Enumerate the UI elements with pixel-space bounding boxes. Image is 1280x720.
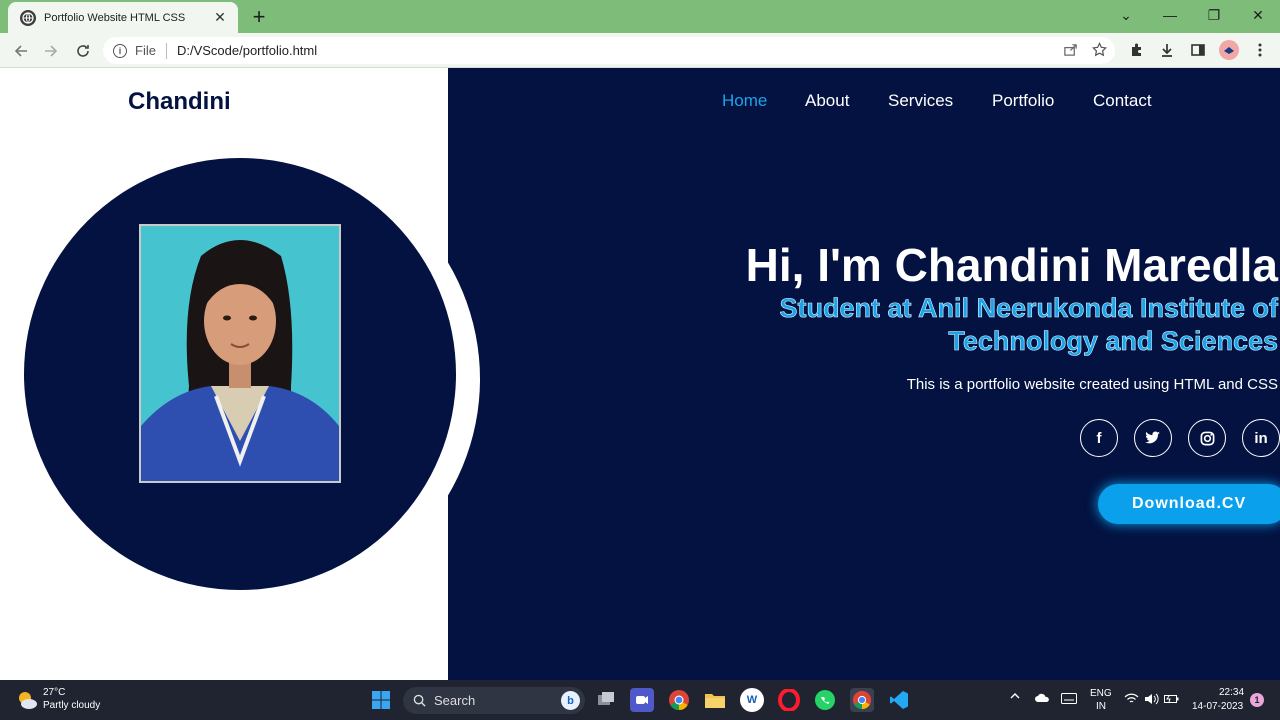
whatsapp-icon[interactable] — [813, 688, 837, 712]
address-separator — [165, 42, 167, 59]
volume-icon[interactable] — [1144, 693, 1159, 708]
chrome-icon[interactable] — [667, 688, 691, 712]
hero-title: Hi, I'm Chandini Maredla — [745, 239, 1278, 291]
search-icon — [413, 694, 426, 707]
task-view-icon[interactable] — [594, 688, 618, 712]
language-indicator[interactable]: ENG — [1090, 688, 1112, 699]
battery-icon[interactable] — [1164, 693, 1179, 708]
twitter-icon[interactable] — [1134, 419, 1172, 457]
profile-photo — [139, 224, 341, 483]
windows-start-icon[interactable] — [369, 688, 393, 712]
profile-avatar[interactable] — [1218, 39, 1240, 61]
instagram-icon[interactable] — [1188, 419, 1226, 457]
info-icon[interactable]: i — [113, 43, 127, 58]
hero-dark-panel — [448, 68, 1280, 680]
linkedin-icon[interactable]: in — [1242, 419, 1280, 457]
portfolio-page: Chandini Home About Services Portfolio C… — [0, 68, 1280, 680]
hero-subtitle: Student at Anil Neerukonda Institute of … — [779, 293, 1278, 357]
weather-partly-cloudy-icon[interactable] — [16, 689, 38, 711]
tab-search-icon[interactable]: ⌄ — [1104, 0, 1148, 30]
minimize-button[interactable]: — — [1148, 0, 1192, 30]
bookmark-star-icon[interactable] — [1091, 41, 1108, 60]
new-tab-button[interactable]: + — [246, 4, 272, 30]
tab-title: Portfolio Website HTML CSS — [44, 11, 186, 24]
onedrive-cloud-icon[interactable] — [1034, 692, 1050, 707]
opera-icon[interactable] — [777, 688, 801, 712]
download-cv-button[interactable]: Download.CV — [1098, 484, 1280, 524]
nav-about[interactable]: About — [805, 91, 849, 111]
weather-temperature[interactable]: 27°C — [43, 687, 65, 698]
browser-tab-strip: Portfolio Website HTML CSS ✕ + ⌄ — ❐ ✕ — [0, 0, 1280, 33]
browser-tab[interactable]: Portfolio Website HTML CSS ✕ — [8, 2, 238, 33]
nav-contact[interactable]: Contact — [1093, 91, 1152, 111]
facebook-icon[interactable]: f — [1080, 419, 1118, 457]
file-explorer-icon[interactable] — [703, 688, 727, 712]
teams-chat-icon[interactable] — [630, 688, 654, 712]
clock-time[interactable]: 22:34 — [1219, 687, 1244, 698]
weather-description[interactable]: Partly cloudy — [43, 700, 100, 711]
address-bar[interactable]: i File D:/VScode/portfolio.html — [103, 37, 1115, 64]
nav-portfolio[interactable]: Portfolio — [992, 91, 1054, 111]
vscode-icon[interactable] — [887, 688, 911, 712]
tab-close-icon[interactable]: ✕ — [212, 9, 228, 26]
maximize-button[interactable]: ❐ — [1192, 0, 1236, 30]
forward-arrow-icon[interactable] — [38, 38, 64, 64]
region-indicator[interactable]: IN — [1096, 701, 1106, 712]
bing-icon[interactable]: b — [561, 691, 580, 710]
wifi-icon[interactable] — [1124, 693, 1139, 708]
nav-home[interactable]: Home — [722, 91, 767, 111]
extensions-puzzle-icon[interactable] — [1126, 39, 1148, 61]
globe-icon — [20, 9, 36, 26]
address-scheme-label: File — [135, 43, 156, 58]
windows-taskbar: 27°C Partly cloudy Search b W ENG IN 22:… — [0, 680, 1280, 720]
hero-description: This is a portfolio website created usin… — [906, 376, 1278, 393]
taskbar-search-box[interactable]: Search b — [403, 687, 585, 714]
back-arrow-icon[interactable] — [8, 38, 34, 64]
download-icon[interactable] — [1156, 39, 1178, 61]
chrome-profile-icon[interactable] — [850, 688, 874, 712]
keyboard-icon[interactable] — [1061, 693, 1077, 707]
notification-badge[interactable]: 1 — [1250, 693, 1264, 707]
address-url[interactable]: D:/VScode/portfolio.html — [177, 43, 317, 58]
show-hidden-icons-chevron-icon[interactable] — [1009, 690, 1021, 705]
reload-icon[interactable] — [70, 38, 96, 64]
side-panel-icon[interactable] — [1187, 39, 1209, 61]
more-menu-icon[interactable] — [1249, 39, 1271, 61]
site-logo[interactable]: Chandini — [128, 88, 231, 116]
share-icon[interactable] — [1063, 42, 1078, 60]
browser-toolbar: i File D:/VScode/portfolio.html — [0, 33, 1280, 68]
nav-services[interactable]: Services — [888, 91, 953, 111]
search-placeholder: Search — [434, 693, 476, 708]
clock-date[interactable]: 14-07-2023 — [1192, 701, 1243, 712]
close-window-button[interactable]: ✕ — [1236, 0, 1280, 30]
word-app-icon[interactable]: W — [740, 688, 764, 712]
